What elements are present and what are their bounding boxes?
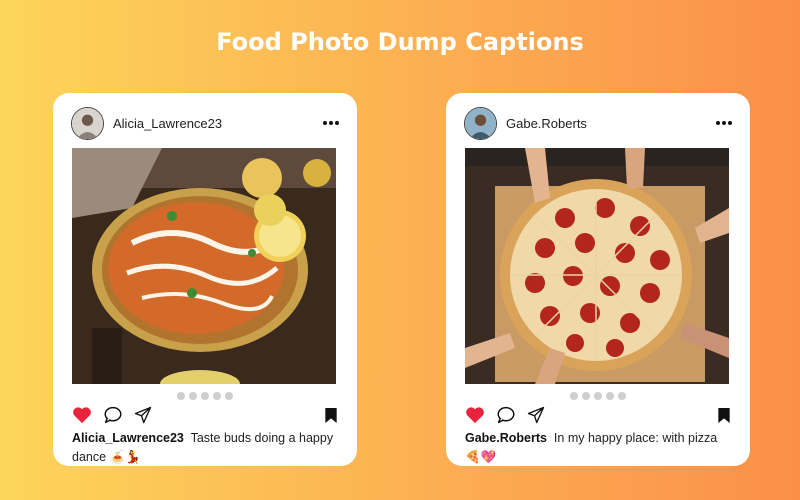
caption-username[interactable]: Gabe.Roberts [465,431,547,445]
avatar[interactable] [464,106,497,140]
post-header: Alicia_Lawrence23 [71,106,339,140]
carousel-dot[interactable] [177,392,185,400]
post-photo [465,148,729,384]
post-actions [72,404,338,426]
post-header: Gabe.Roberts [464,106,732,140]
carousel-dot[interactable] [225,392,233,400]
carousel-indicator [446,392,750,400]
post-caption: Alicia_Lawrence23 Taste buds doing a hap… [72,429,334,467]
username[interactable]: Gabe.Roberts [506,116,587,131]
carousel-dot[interactable] [201,392,209,400]
post-card-gabe: Gabe.Roberts Gabe.Roberts In my happy pl… [446,93,750,466]
more-icon[interactable] [323,121,339,125]
heart-icon[interactable] [72,406,92,424]
post-actions [465,404,731,426]
caption-username[interactable]: Alicia_Lawrence23 [72,431,184,445]
username[interactable]: Alicia_Lawrence23 [113,116,222,131]
comment-icon[interactable] [496,406,516,424]
post-caption: Gabe.Roberts In my happy place: with piz… [465,429,727,467]
carousel-dot[interactable] [594,392,602,400]
bookmark-icon[interactable] [717,407,731,424]
heart-icon[interactable] [465,406,485,424]
more-icon[interactable] [716,121,732,125]
share-icon[interactable] [527,406,545,424]
carousel-dot[interactable] [606,392,614,400]
post-photo [72,148,336,384]
page-title: Food Photo Dump Captions [216,28,584,56]
comment-icon[interactable] [103,406,123,424]
share-icon[interactable] [134,406,152,424]
carousel-indicator [53,392,357,400]
post-card-alicia: Alicia_Lawrence23 Alicia_Lawrence23 Tast… [53,93,357,466]
bookmark-icon[interactable] [324,407,338,424]
avatar[interactable] [71,106,104,140]
carousel-dot[interactable] [213,392,221,400]
carousel-dot[interactable] [618,392,626,400]
carousel-dot[interactable] [570,392,578,400]
carousel-dot[interactable] [189,392,197,400]
carousel-dot[interactable] [582,392,590,400]
